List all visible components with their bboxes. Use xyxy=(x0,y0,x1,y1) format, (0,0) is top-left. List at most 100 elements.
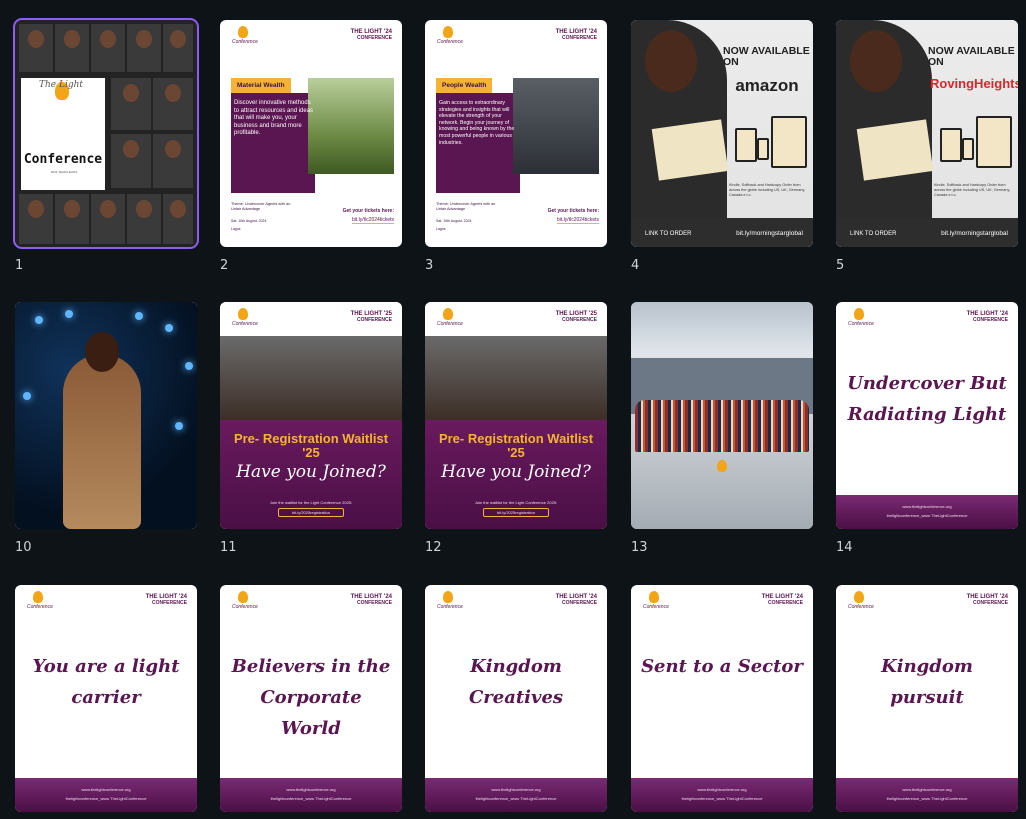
speaker-photo xyxy=(163,194,193,244)
brand-mark: THE LIGHT '24 CONFERENCE xyxy=(967,311,1008,323)
feature-photo xyxy=(513,78,599,174)
slide-card[interactable]: 10 xyxy=(15,302,197,555)
footer-social: thelightconference_www TheLightConferenc… xyxy=(886,796,968,801)
slide-card[interactable]: The Light Conference 2024 TEAM LEADS 1 xyxy=(13,18,199,273)
speaker-face xyxy=(28,200,44,218)
slide-thumbnail[interactable]: Conference THE LIGHT '24 CONFERENCE Kingdom… xyxy=(836,585,1018,812)
slide-number: 13 xyxy=(631,540,648,555)
device-screen xyxy=(964,140,972,158)
brand-subtitle: CONFERENCE xyxy=(561,35,597,41)
logo-text: Conference xyxy=(437,39,463,45)
slide-thumbnail[interactable]: Conference THE LIGHT '24 CONFERENCE Believe… xyxy=(220,585,402,812)
slide-card[interactable]: Conference THE LIGHT '24 CONFERENCE Believe… xyxy=(220,585,402,812)
now-available-heading: NOW AVAILABLE ON xyxy=(928,45,1015,68)
slide-thumbnail[interactable] xyxy=(15,302,197,529)
logo-text: Conference xyxy=(232,321,258,327)
store-logo: RovingHeights xyxy=(930,76,1018,91)
footer-band xyxy=(631,778,813,812)
slide-card[interactable]: NOW AVAILABLE ON RovingHeights Kindle, Sof… xyxy=(836,20,1018,273)
slide-thumbnail[interactable]: Conference THE LIGHT '24 CONFERENCE Materia… xyxy=(220,20,402,247)
slide-thumbnail[interactable]: NOW AVAILABLE ON RovingHeights Kindle, Sof… xyxy=(836,20,1018,247)
conference-logo: Conference xyxy=(848,591,874,610)
slide-card[interactable]: Conference THE LIGHT '24 CONFERENCE Materia… xyxy=(220,20,402,273)
tickets-heading: Get your tickets here: xyxy=(547,208,599,214)
lightbulb-icon xyxy=(717,460,727,472)
slide-card[interactable]: Conference THE LIGHT '25 CONFERENCE Pre- Re… xyxy=(425,302,607,555)
logo-text: Conference xyxy=(232,604,258,610)
book-device-icon xyxy=(771,116,807,168)
quote-text: Believers in the Corporate World xyxy=(231,656,391,739)
brand-mark: THE LIGHT '24 CONFERENCE xyxy=(351,29,392,41)
slide-card[interactable]: Conference THE LIGHT '24 CONFERENCE Underco… xyxy=(836,302,1018,555)
slide-card[interactable]: Conference THE LIGHT '24 CONFERENCE You are… xyxy=(15,585,197,812)
slide-number: 2 xyxy=(220,258,229,273)
quote-text: You are a light carrier xyxy=(32,656,180,708)
slide-card[interactable]: Conference THE LIGHT '25 CONFERENCE Pre- Re… xyxy=(220,302,402,555)
brand-mark: THE LIGHT '24 CONFERENCE xyxy=(556,594,597,606)
slide-number: 11 xyxy=(220,540,237,555)
section-body: Discover innovative methods to attract r… xyxy=(234,100,314,136)
speaker-photo xyxy=(19,194,53,244)
brand-subtitle: CONFERENCE xyxy=(356,600,392,606)
slide-thumbnail[interactable] xyxy=(631,302,813,529)
brand-subtitle: CONFERENCE xyxy=(356,35,392,41)
speaker-face xyxy=(123,140,139,158)
speaker-photo xyxy=(127,24,161,72)
speaker-face xyxy=(123,84,139,102)
speaker-face xyxy=(28,30,44,48)
slide-card[interactable]: NOW AVAILABLE ON amazon Kindle, Softback a… xyxy=(631,20,813,273)
slide-card[interactable]: Conference THE LIGHT '24 CONFERENCE People … xyxy=(425,20,607,273)
tickets-link: bit.ly/tlc2024tickets xyxy=(352,217,394,224)
lightbulb-icon xyxy=(238,308,248,320)
speaker-photo xyxy=(55,194,89,244)
theme-text: Theme: Undercover Agents with an Unfair … xyxy=(231,202,291,211)
slide-number: 1 xyxy=(15,258,24,273)
speaker-face xyxy=(100,30,116,48)
slide-thumbnail[interactable]: Conference THE LIGHT '24 CONFERENCE People … xyxy=(425,20,607,247)
conference-logo: Conference xyxy=(232,308,258,327)
slide-thumbnail[interactable]: Conference THE LIGHT '24 CONFERENCE Kingdom… xyxy=(425,585,607,812)
slide-thumbnail[interactable]: NOW AVAILABLE ON amazon Kindle, Softback a… xyxy=(631,20,813,247)
author-head xyxy=(850,30,902,92)
footer-site: www.thelightconference.org xyxy=(81,787,131,792)
feature-photo xyxy=(308,78,394,174)
footer-band xyxy=(836,495,1018,529)
slide-card[interactable]: Conference THE LIGHT '24 CONFERENCE Kingdom… xyxy=(836,585,1018,812)
conference-subtitle: 2024 TEAM LEADS xyxy=(50,170,78,174)
stage-light xyxy=(23,392,31,400)
lightbulb-icon xyxy=(443,308,453,320)
brand-subtitle: CONFERENCE xyxy=(561,600,597,606)
waitlist-join-text: Join the waitlist for the Light Conferen… xyxy=(474,500,558,505)
conference-logo: Conference xyxy=(643,591,669,610)
slide-card[interactable]: Conference THE LIGHT '24 CONFERENCE Kingdom… xyxy=(425,585,607,812)
speaker-photo xyxy=(91,194,125,244)
slide-thumbnail[interactable]: Conference THE LIGHT '25 CONFERENCE Pre- Re… xyxy=(220,302,402,529)
book-device-icon xyxy=(940,128,962,162)
slide-thumbnail[interactable]: Conference THE LIGHT '25 CONFERENCE Pre- Re… xyxy=(425,302,607,529)
footer-band xyxy=(15,778,197,812)
stage-light xyxy=(185,362,193,370)
group-people xyxy=(635,400,809,452)
slide-card[interactable]: 13 xyxy=(631,302,813,555)
slide-number: 14 xyxy=(836,540,853,555)
speaker-photo xyxy=(55,24,89,72)
footer-site: www.thelightconference.org xyxy=(491,787,541,792)
store-logo: amazon xyxy=(735,76,799,95)
conference-logo: Conference xyxy=(437,26,463,45)
slide-thumbnail[interactable]: Conference THE LIGHT '24 CONFERENCE You are… xyxy=(15,585,197,812)
slide-number: 10 xyxy=(15,540,32,555)
slide-thumbnail[interactable]: The Light Conference 2024 TEAM LEADS xyxy=(13,18,199,249)
device-screen xyxy=(942,130,960,160)
speaker-photo xyxy=(153,134,193,188)
lightbulb-icon xyxy=(649,591,659,603)
slide-card[interactable]: Conference THE LIGHT '24 CONFERENCE Sent to… xyxy=(631,585,813,812)
logo-text: Conference xyxy=(848,321,874,327)
slide-thumbnail[interactable]: Conference THE LIGHT '24 CONFERENCE Underco… xyxy=(836,302,1018,529)
event-date: Sat. 10th August, 2024 xyxy=(231,219,267,223)
slide-thumbnail[interactable]: Conference THE LIGHT '24 CONFERENCE Sent to… xyxy=(631,585,813,812)
device-screen xyxy=(978,118,1010,166)
section-body: Gain access to extraordinary strategies … xyxy=(439,100,515,146)
brand-subtitle: CONFERENCE xyxy=(356,317,392,323)
slide-number: 4 xyxy=(631,258,640,273)
brand-mark: THE LIGHT '25 CONFERENCE xyxy=(556,311,597,323)
